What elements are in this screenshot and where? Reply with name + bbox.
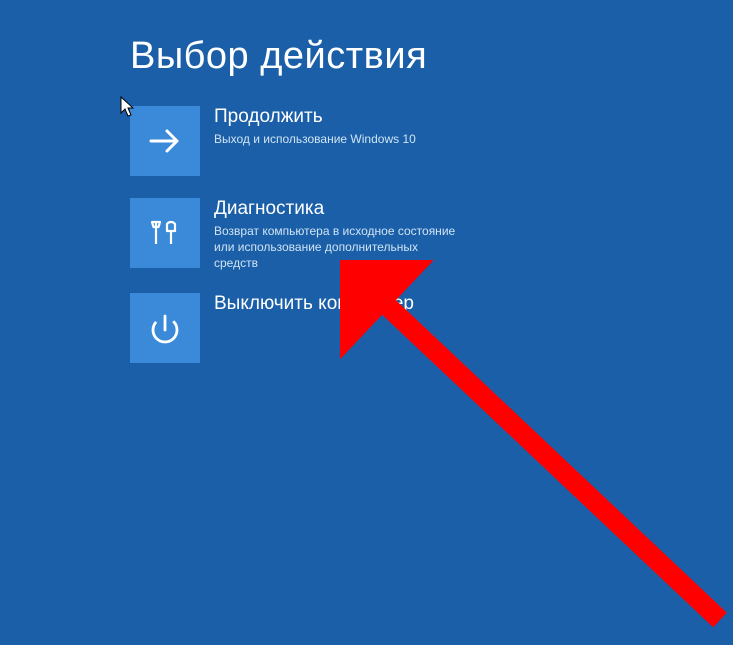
option-shutdown[interactable]: Выключить компьютер	[130, 293, 610, 363]
option-text-block: Выключить компьютер	[200, 293, 414, 318]
arrow-right-icon	[130, 106, 200, 176]
option-desc: Возврат компьютера в исходное состояние …	[214, 223, 464, 272]
page-title: Выбор действия	[130, 35, 733, 78]
main-container: Выбор действия Продолжить Выход и исполь…	[0, 0, 733, 363]
option-diagnostics[interactable]: Диагностика Возврат компьютера в исходно…	[130, 198, 610, 271]
tools-icon	[130, 198, 200, 268]
option-text-block: Продолжить Выход и использование Windows…	[200, 106, 416, 147]
option-title: Продолжить	[214, 106, 416, 129]
option-title: Диагностика	[214, 198, 464, 221]
option-title: Выключить компьютер	[214, 293, 414, 316]
option-desc: Выход и использование Windows 10	[214, 131, 416, 147]
option-continue[interactable]: Продолжить Выход и использование Windows…	[130, 106, 610, 176]
power-icon	[130, 293, 200, 363]
option-text-block: Диагностика Возврат компьютера в исходно…	[200, 198, 464, 271]
